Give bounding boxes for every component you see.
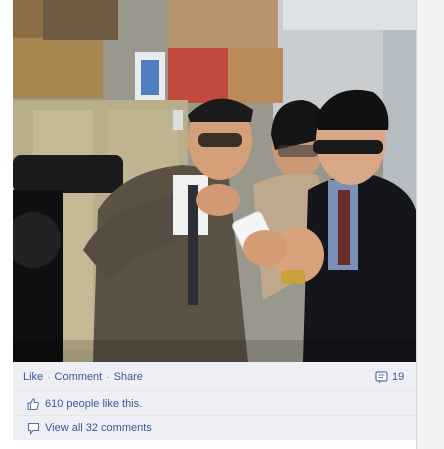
thumbs-up-icon [26,397,40,411]
post-action-links: Like · Comment · Share [23,370,143,384]
view-comments-row[interactable]: View all 32 comments [27,420,152,436]
like-link[interactable]: Like [23,371,43,383]
post-photo-image [13,0,416,362]
likes-summary: 610 people like this. [26,396,142,412]
post-photo[interactable] [13,0,416,362]
separator-dot: · [47,371,51,383]
view-all-comments-link[interactable]: View all 32 comments [45,422,152,434]
speech-bubble-icon [27,422,40,435]
comment-bubble-icon [375,370,388,384]
likes-count-link[interactable]: 610 [45,398,63,410]
page-scroll-edge [416,0,444,449]
comment-count[interactable]: 19 [375,369,404,385]
comment-count-value: 19 [392,371,405,383]
separator-dot: · [106,371,110,383]
comment-link[interactable]: Comment [55,371,103,383]
likes-suffix-text: people like this. [66,398,143,410]
share-link[interactable]: Share [114,371,143,383]
